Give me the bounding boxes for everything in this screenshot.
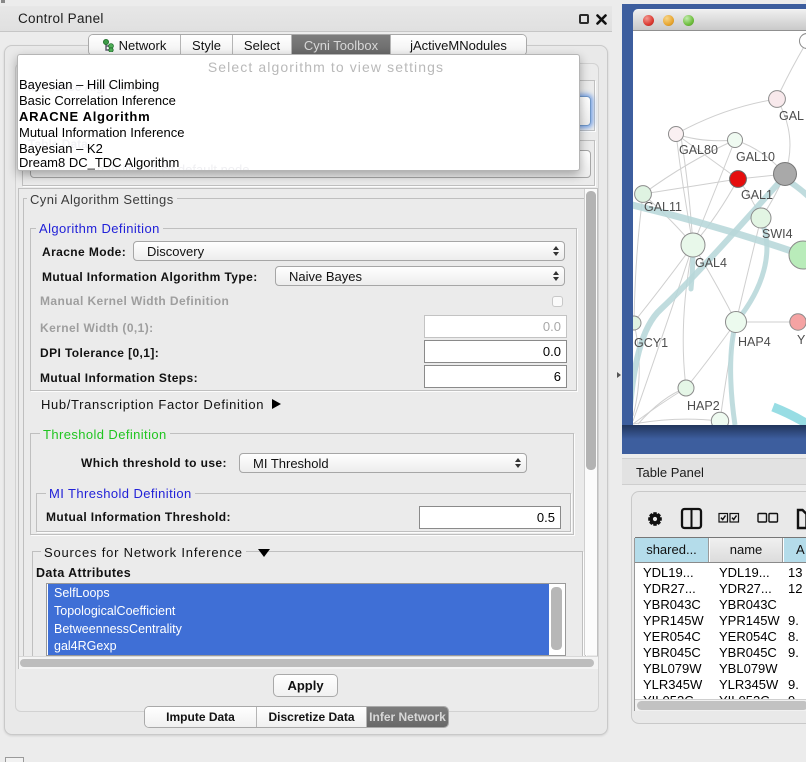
svg-text:HAP2: HAP2 [687, 399, 720, 413]
svg-text:GAL1: GAL1 [741, 188, 773, 202]
svg-text:GCY1: GCY1 [634, 336, 668, 350]
svg-text:GAL80: GAL80 [679, 143, 718, 157]
svg-text:GAL4: GAL4 [695, 256, 727, 270]
svg-text:GAL11: GAL11 [644, 200, 682, 214]
svg-text:GAL: GAL [779, 109, 804, 123]
svg-text:HAP4: HAP4 [738, 335, 771, 349]
svg-text:GAL10: GAL10 [736, 150, 775, 164]
svg-text:Y: Y [797, 333, 806, 347]
svg-text:SWI4: SWI4 [762, 227, 793, 241]
